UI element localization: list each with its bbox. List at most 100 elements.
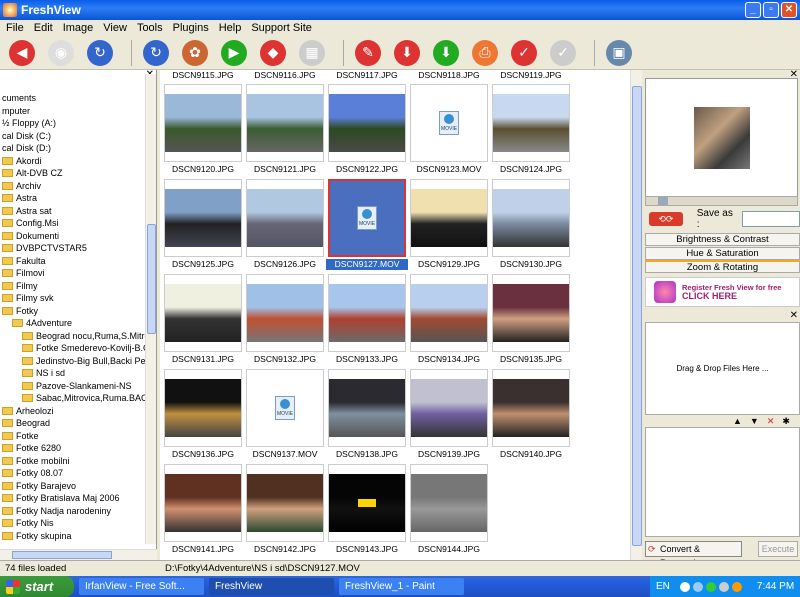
thumbnail-item[interactable]: DSCN9139.JPG: [408, 369, 490, 460]
thumbnail-scrollbar[interactable]: [630, 70, 642, 560]
tray-icon[interactable]: [731, 581, 742, 592]
thumbnail-item[interactable]: DSCN9132.JPG: [244, 274, 326, 365]
tree-item[interactable]: Fotke Smederevo-Kovilj-B.C: [0, 342, 145, 355]
thumbnail-item[interactable]: DSCN9135.JPG: [490, 274, 572, 365]
tree-item[interactable]: Arheolozi: [0, 405, 145, 418]
start-button[interactable]: start: [0, 576, 74, 597]
rotate-button[interactable]: ◆: [257, 38, 289, 68]
thumbnail-item[interactable]: DSCN9140.JPG: [490, 369, 572, 460]
thumbnail-caption[interactable]: DSCN9118.JPG: [408, 70, 490, 81]
thumbnail-item[interactable]: DSCN9130.JPG: [490, 179, 572, 270]
tree-item[interactable]: Fotke: [0, 430, 145, 443]
tree-item[interactable]: Beograd nocu,Ruma,S.Mitro: [0, 330, 145, 343]
home-button[interactable]: ◉: [45, 38, 77, 68]
zoom-rotating-button[interactable]: Zoom & Rotating: [645, 260, 800, 273]
thumbnail-item[interactable]: DSCN9122.JPG: [326, 84, 408, 175]
minimize-button[interactable]: _: [745, 2, 761, 18]
tree-item[interactable]: Fotky Barajevo: [0, 480, 145, 493]
thumbnail-item[interactable]: DSCN9134.JPG: [408, 274, 490, 365]
thumbnail-item[interactable]: DSCN9144.JPG: [408, 464, 490, 555]
thumbnail-caption[interactable]: DSCN9117.JPG: [326, 70, 408, 81]
download-button[interactable]: ⬇: [391, 38, 423, 68]
thumbnail-item[interactable]: DSCN9141.JPG: [162, 464, 244, 555]
tree-item[interactable]: cal Disk (D:): [0, 142, 145, 155]
tree-item[interactable]: ½ Floppy (A:): [0, 117, 145, 130]
tree-item[interactable]: cuments: [0, 92, 145, 105]
tray-icon[interactable]: [692, 581, 703, 592]
thumbnail-item[interactable]: MOVIE DSCN9123.MOV: [408, 84, 490, 175]
tree-item[interactable]: Pazove-Slankameni-NS: [0, 380, 145, 393]
options-icon[interactable]: ✱: [782, 416, 790, 427]
thumbnail-item[interactable]: DSCN9125.JPG: [162, 179, 244, 270]
tree-item[interactable]: DVBPCTVSTAR5: [0, 242, 145, 255]
tree-item[interactable]: Fotky 08.07: [0, 467, 145, 480]
sheet-button[interactable]: ▦: [296, 38, 328, 68]
taskbar-task[interactable]: FreshView: [209, 578, 334, 595]
tree-item[interactable]: Fotky Bratislava Maj 2006: [0, 492, 145, 505]
menu-edit[interactable]: Edit: [30, 22, 59, 34]
drag-drop-area[interactable]: Drag & Drop Files Here ...: [645, 322, 800, 415]
tree-item[interactable]: Fotky Nis: [0, 517, 145, 530]
tree-item[interactable]: Astra: [0, 192, 145, 205]
tree-item[interactable]: Astra sat: [0, 205, 145, 218]
tree-item[interactable]: Alt-DVB CZ: [0, 167, 145, 180]
thumbnail-item[interactable]: DSCN9143.JPG: [326, 464, 408, 555]
menu-plugins[interactable]: Plugins: [169, 22, 215, 34]
tree-item[interactable]: Config.Msi: [0, 217, 145, 230]
menu-help[interactable]: Help: [215, 22, 248, 34]
refresh-button[interactable]: ↻: [140, 38, 172, 68]
tree-item[interactable]: NS i sd: [0, 367, 145, 380]
tree-item[interactable]: Filmovi: [0, 267, 145, 280]
tree-item[interactable]: cal Disk (C:): [0, 130, 145, 143]
tree-horizontal-scrollbar[interactable]: [0, 549, 157, 560]
language-indicator[interactable]: EN: [656, 581, 670, 592]
thumbnail-item[interactable]: DSCN9126.JPG: [244, 179, 326, 270]
forward-button[interactable]: ↻: [84, 38, 116, 68]
check-button[interactable]: ✓: [508, 38, 540, 68]
thumbnail-item[interactable]: DSCN9133.JPG: [326, 274, 408, 365]
menu-file[interactable]: File: [2, 22, 30, 34]
brightness-contrast-button[interactable]: Brightness & Contrast: [645, 233, 800, 246]
hue-saturation-button[interactable]: Hue & Saturation: [645, 247, 800, 260]
batch-list[interactable]: [645, 427, 800, 537]
edit-button[interactable]: ✎: [352, 38, 384, 68]
browse-button[interactable]: ✿: [179, 38, 211, 68]
slideshow-button[interactable]: ▶: [218, 38, 250, 68]
tree-item[interactable]: mputer: [0, 105, 145, 118]
tray-icon[interactable]: [679, 581, 690, 592]
tree-item[interactable]: Sabac,Mitrovica,Ruma.BACI: [0, 392, 145, 405]
thumbnail-item[interactable]: DSCN9131.JPG: [162, 274, 244, 365]
tree-item[interactable]: Filmy svk: [0, 292, 145, 305]
print-button[interactable]: ⎙: [469, 38, 501, 68]
tree-vertical-scrollbar[interactable]: [145, 74, 156, 544]
wallpaper-button[interactable]: ▣: [603, 38, 635, 68]
tree-item[interactable]: Fakulta: [0, 255, 145, 268]
thumbnail-item[interactable]: DSCN9124.JPG: [490, 84, 572, 175]
thumbnail-item[interactable]: DSCN9142.JPG: [244, 464, 326, 555]
register-banner[interactable]: Register Fresh View for free CLICK HERE: [645, 277, 800, 307]
tree-item[interactable]: Dokumenti: [0, 230, 145, 243]
clock[interactable]: 7:44 PM: [757, 581, 794, 592]
tree-item[interactable]: Fotke mobilni: [0, 455, 145, 468]
taskbar-task[interactable]: IrfanView - Free Soft...: [79, 578, 204, 595]
close-drop-icon[interactable]: ✕: [790, 310, 798, 321]
taskbar-task[interactable]: FreshView_1 - Paint: [339, 578, 464, 595]
thumbnail-caption[interactable]: DSCN9115.JPG: [162, 70, 244, 81]
menu-tools[interactable]: Tools: [133, 22, 169, 34]
rotate-red-button[interactable]: ⟲⟳: [649, 212, 683, 226]
playback-slider[interactable]: [645, 196, 798, 206]
execute-button[interactable]: Execute: [758, 540, 798, 557]
thumbnail-item[interactable]: MOVIE DSCN9137.MOV: [244, 369, 326, 460]
tree-item[interactable]: Akordi: [0, 155, 145, 168]
move-down-icon[interactable]: ▼: [750, 416, 759, 427]
upload-button[interactable]: ⬇: [430, 38, 462, 68]
tree-item[interactable]: Filmy: [0, 280, 145, 293]
tree-item[interactable]: Fotky Nadja narodeniny: [0, 505, 145, 518]
thumbnail-item[interactable]: DSCN9121.JPG: [244, 84, 326, 175]
thumbnail-item[interactable]: DSCN9129.JPG: [408, 179, 490, 270]
thumbnail-item[interactable]: DSCN9136.JPG: [162, 369, 244, 460]
back-button[interactable]: ◀: [6, 38, 38, 68]
tree-item[interactable]: Jedinstvo-Big Bull,Backi Petr: [0, 355, 145, 368]
menu-view[interactable]: View: [99, 22, 133, 34]
thumbnail-caption[interactable]: DSCN9116.JPG: [244, 70, 326, 81]
